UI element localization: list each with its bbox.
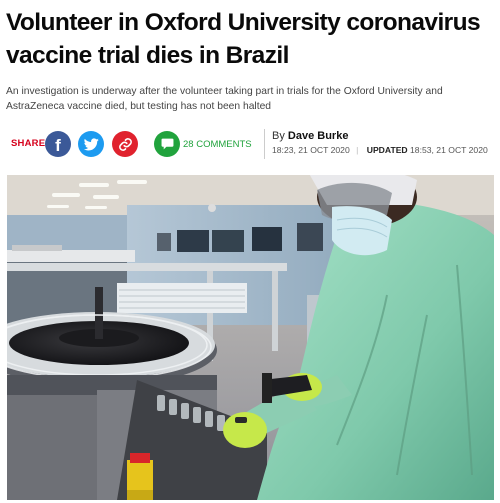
article-standfirst: An investigation is underway after the v… bbox=[6, 86, 443, 112]
byline: By Dave Burke 18:23, 21 OCT 2020 | UPDAT… bbox=[272, 130, 488, 155]
lab-photo bbox=[7, 175, 494, 500]
article-hero-image bbox=[7, 175, 494, 500]
comment-icon bbox=[161, 138, 173, 150]
twitter-share-button[interactable] bbox=[78, 131, 104, 157]
share-label: SHARE bbox=[11, 138, 46, 149]
comments-button[interactable] bbox=[154, 131, 180, 157]
published-time: 18:23, 21 OCT 2020 bbox=[272, 145, 350, 155]
updated-label: UPDATED bbox=[366, 145, 408, 155]
comments-count: 28 bbox=[183, 139, 194, 150]
facebook-share-button[interactable]: f bbox=[45, 131, 71, 157]
twitter-icon bbox=[83, 137, 99, 150]
share-bar: SHARE f 28 COMMENTS By Dave Burke 18:23,… bbox=[6, 128, 494, 160]
facebook-icon: f bbox=[55, 136, 61, 155]
byline-prefix: By bbox=[272, 130, 285, 142]
copy-link-button[interactable] bbox=[112, 131, 138, 157]
link-icon bbox=[118, 137, 132, 151]
article-headline: Volunteer in Oxford University coronavir… bbox=[6, 9, 481, 69]
byline-divider bbox=[264, 129, 265, 159]
updated-time: 18:53, 21 OCT 2020 bbox=[410, 145, 488, 155]
author-link[interactable]: Dave Burke bbox=[288, 130, 349, 142]
comments-label: COMMENTS bbox=[196, 139, 252, 150]
comments-link[interactable]: 28 COMMENTS bbox=[183, 139, 252, 150]
